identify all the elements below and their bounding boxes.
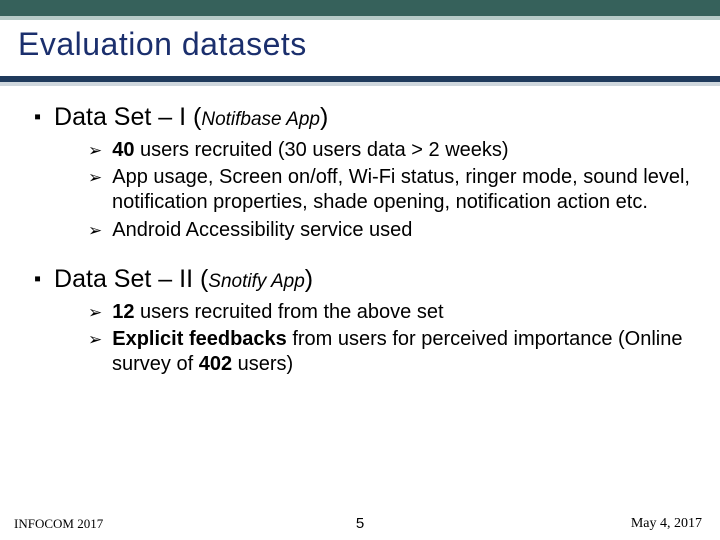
list-item: Android Accessibility service used [88,218,692,243]
list-item: Explicit feedbacks from users for percei… [88,327,692,377]
footer-page-number: 5 [356,515,364,532]
ds2-b2-n: 402 [199,353,232,375]
ds2-heading-suffix: ) [305,265,313,293]
ds1-b1-bold: 40 [112,139,134,161]
ds2-heading-prefix: Data Set – II ( [54,265,208,293]
ds1-b3: Android Accessibility service used [112,219,412,241]
list-item: 40 users recruited (30 users data > 2 we… [88,138,692,163]
ds1-b2: App usage, Screen on/off, Wi-Fi status, … [112,166,690,213]
title-rule-light [0,82,720,86]
ds1-heading-suffix: ) [320,103,328,131]
footer-date: May 4, 2017 [631,516,702,532]
ds1-heading-prefix: Data Set – I ( [54,103,201,131]
square-bullet-icon: ▪ [34,268,41,291]
dataset-2-heading: ▪ Data Set – II (Snotify App) [52,265,692,294]
slide: Evaluation datasets ▪ Data Set – I (Noti… [0,0,720,540]
ds2-b1-rest: users recruited from the above set [135,301,444,323]
ds1-b1-rest: users recruited (30 users data > 2 weeks… [135,139,509,161]
dataset-1-heading: ▪ Data Set – I (Notifbase App) [52,103,692,132]
ds2-b2-end: users) [232,353,293,375]
dataset-1-list: 40 users recruited (30 users data > 2 we… [88,138,692,243]
ds2-app-name: Snotify App [208,271,304,292]
top-stripe-light [0,16,720,20]
footer: INFOCOM 2017 5 May 4, 2017 [0,506,720,532]
top-stripe-dark [0,0,720,16]
list-item: App usage, Screen on/off, Wi-Fi status, … [88,165,692,215]
square-bullet-icon: ▪ [34,106,41,129]
ds2-b2-bold: Explicit feedbacks [112,328,287,350]
slide-title: Evaluation datasets [18,26,307,63]
dataset-2-list: 12 users recruited from the above set Ex… [88,300,692,378]
content-area: ▪ Data Set – I (Notifbase App) 40 users … [52,103,692,397]
ds2-b1-bold: 12 [112,301,134,323]
footer-conference: INFOCOM 2017 [14,516,103,532]
list-item: 12 users recruited from the above set [88,300,692,325]
ds1-app-name: Notifbase App [201,109,320,130]
